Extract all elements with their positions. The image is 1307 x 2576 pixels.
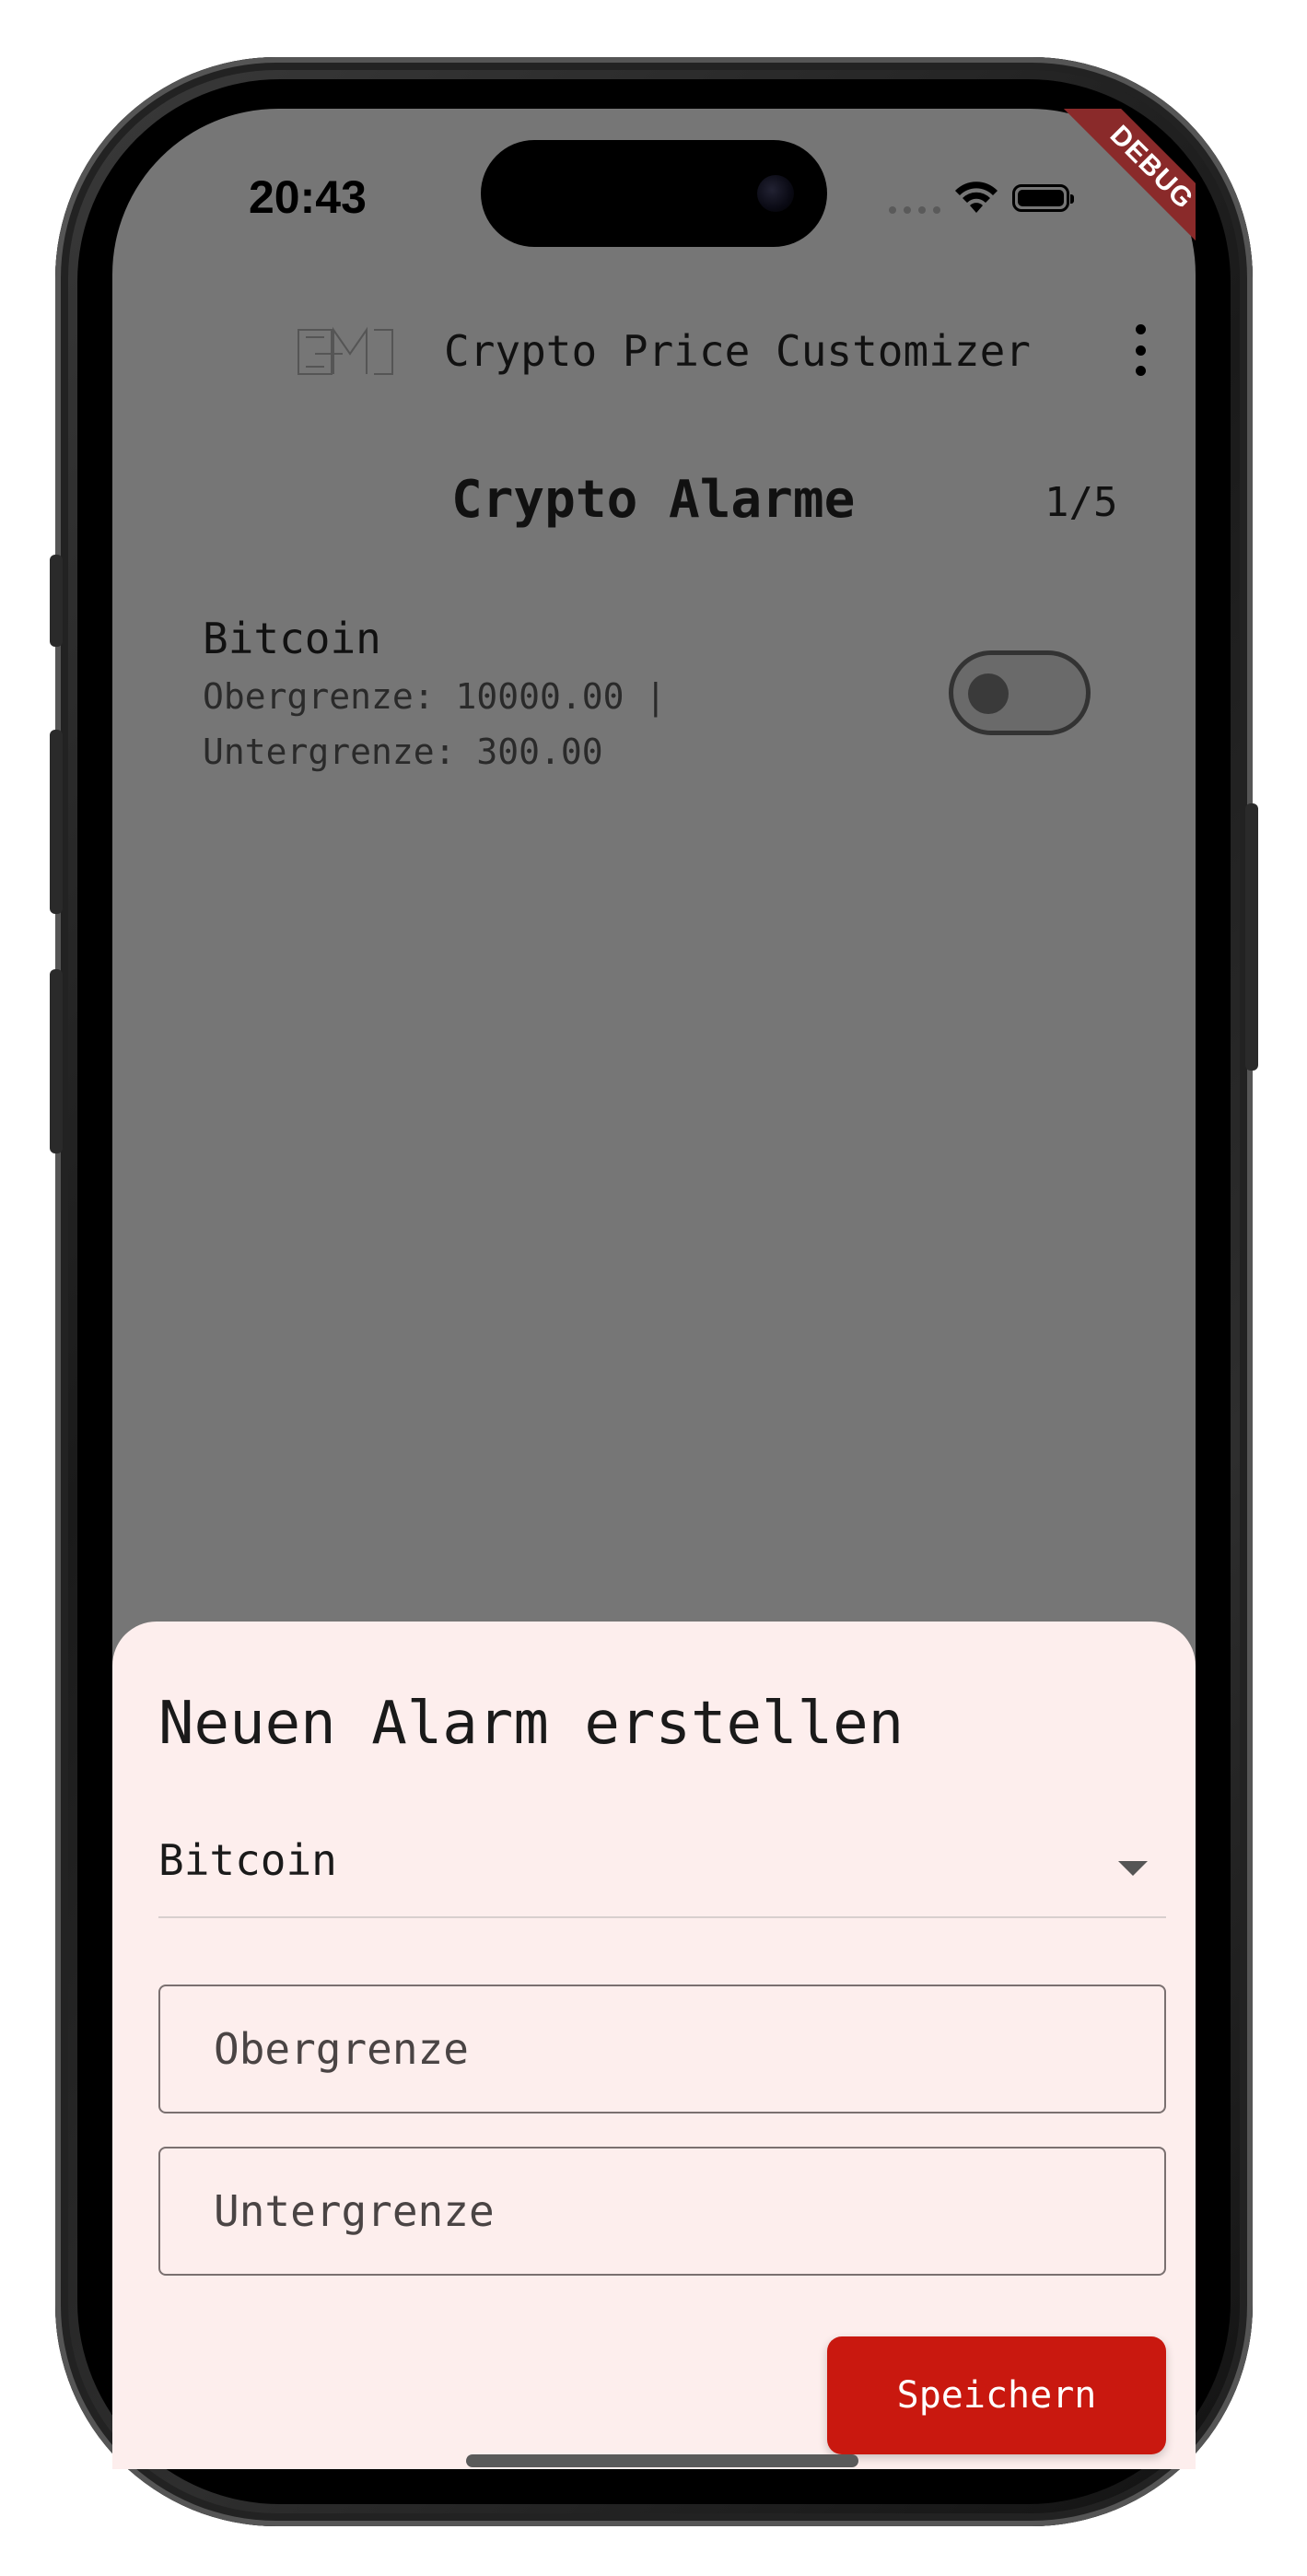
lower-limit-input[interactable] [158, 2147, 1166, 2276]
app-bar: Crypto Price Customizer [112, 304, 1196, 415]
cpm-logo-icon [298, 326, 393, 375]
sheet-title: Neuen Alarm erstellen [158, 1690, 904, 1758]
volume-down-button [50, 969, 63, 1153]
alarm-limits: Obergrenze: 10000.00 | Untergrenze: 300.… [203, 676, 667, 772]
camera-icon [757, 175, 794, 212]
upper-limit-input[interactable] [158, 1985, 1166, 2113]
app-title: Crypto Price Customizer [444, 326, 1031, 376]
caret-down-icon [1118, 1861, 1148, 1876]
alarms-counter: 1/5 [1044, 479, 1118, 526]
home-indicator[interactable] [466, 2454, 858, 2467]
save-button[interactable]: Speichern [827, 2336, 1166, 2454]
dynamic-island [481, 140, 827, 247]
action-button [50, 555, 63, 647]
debug-banner-label: DEBUG [1058, 109, 1196, 261]
cellular-signal-icon [889, 195, 940, 214]
dropdown-selected-value: Bitcoin [158, 1835, 337, 1885]
crypto-dropdown[interactable]: Bitcoin [158, 1819, 1166, 1918]
power-button [1245, 803, 1258, 1071]
toggle-knob [968, 673, 1009, 714]
alarms-title: Crypto Alarme [451, 470, 856, 530]
volume-up-button [50, 730, 63, 914]
debug-banner: DEBUG [1022, 109, 1196, 282]
new-alarm-sheet: Neuen Alarm erstellen Bitcoin Speichern [112, 1622, 1196, 2469]
alarm-toggle[interactable] [949, 650, 1091, 735]
more-vert-icon[interactable] [1131, 321, 1149, 380]
status-time: 20:43 [249, 171, 367, 223]
wifi-icon [955, 181, 998, 213]
